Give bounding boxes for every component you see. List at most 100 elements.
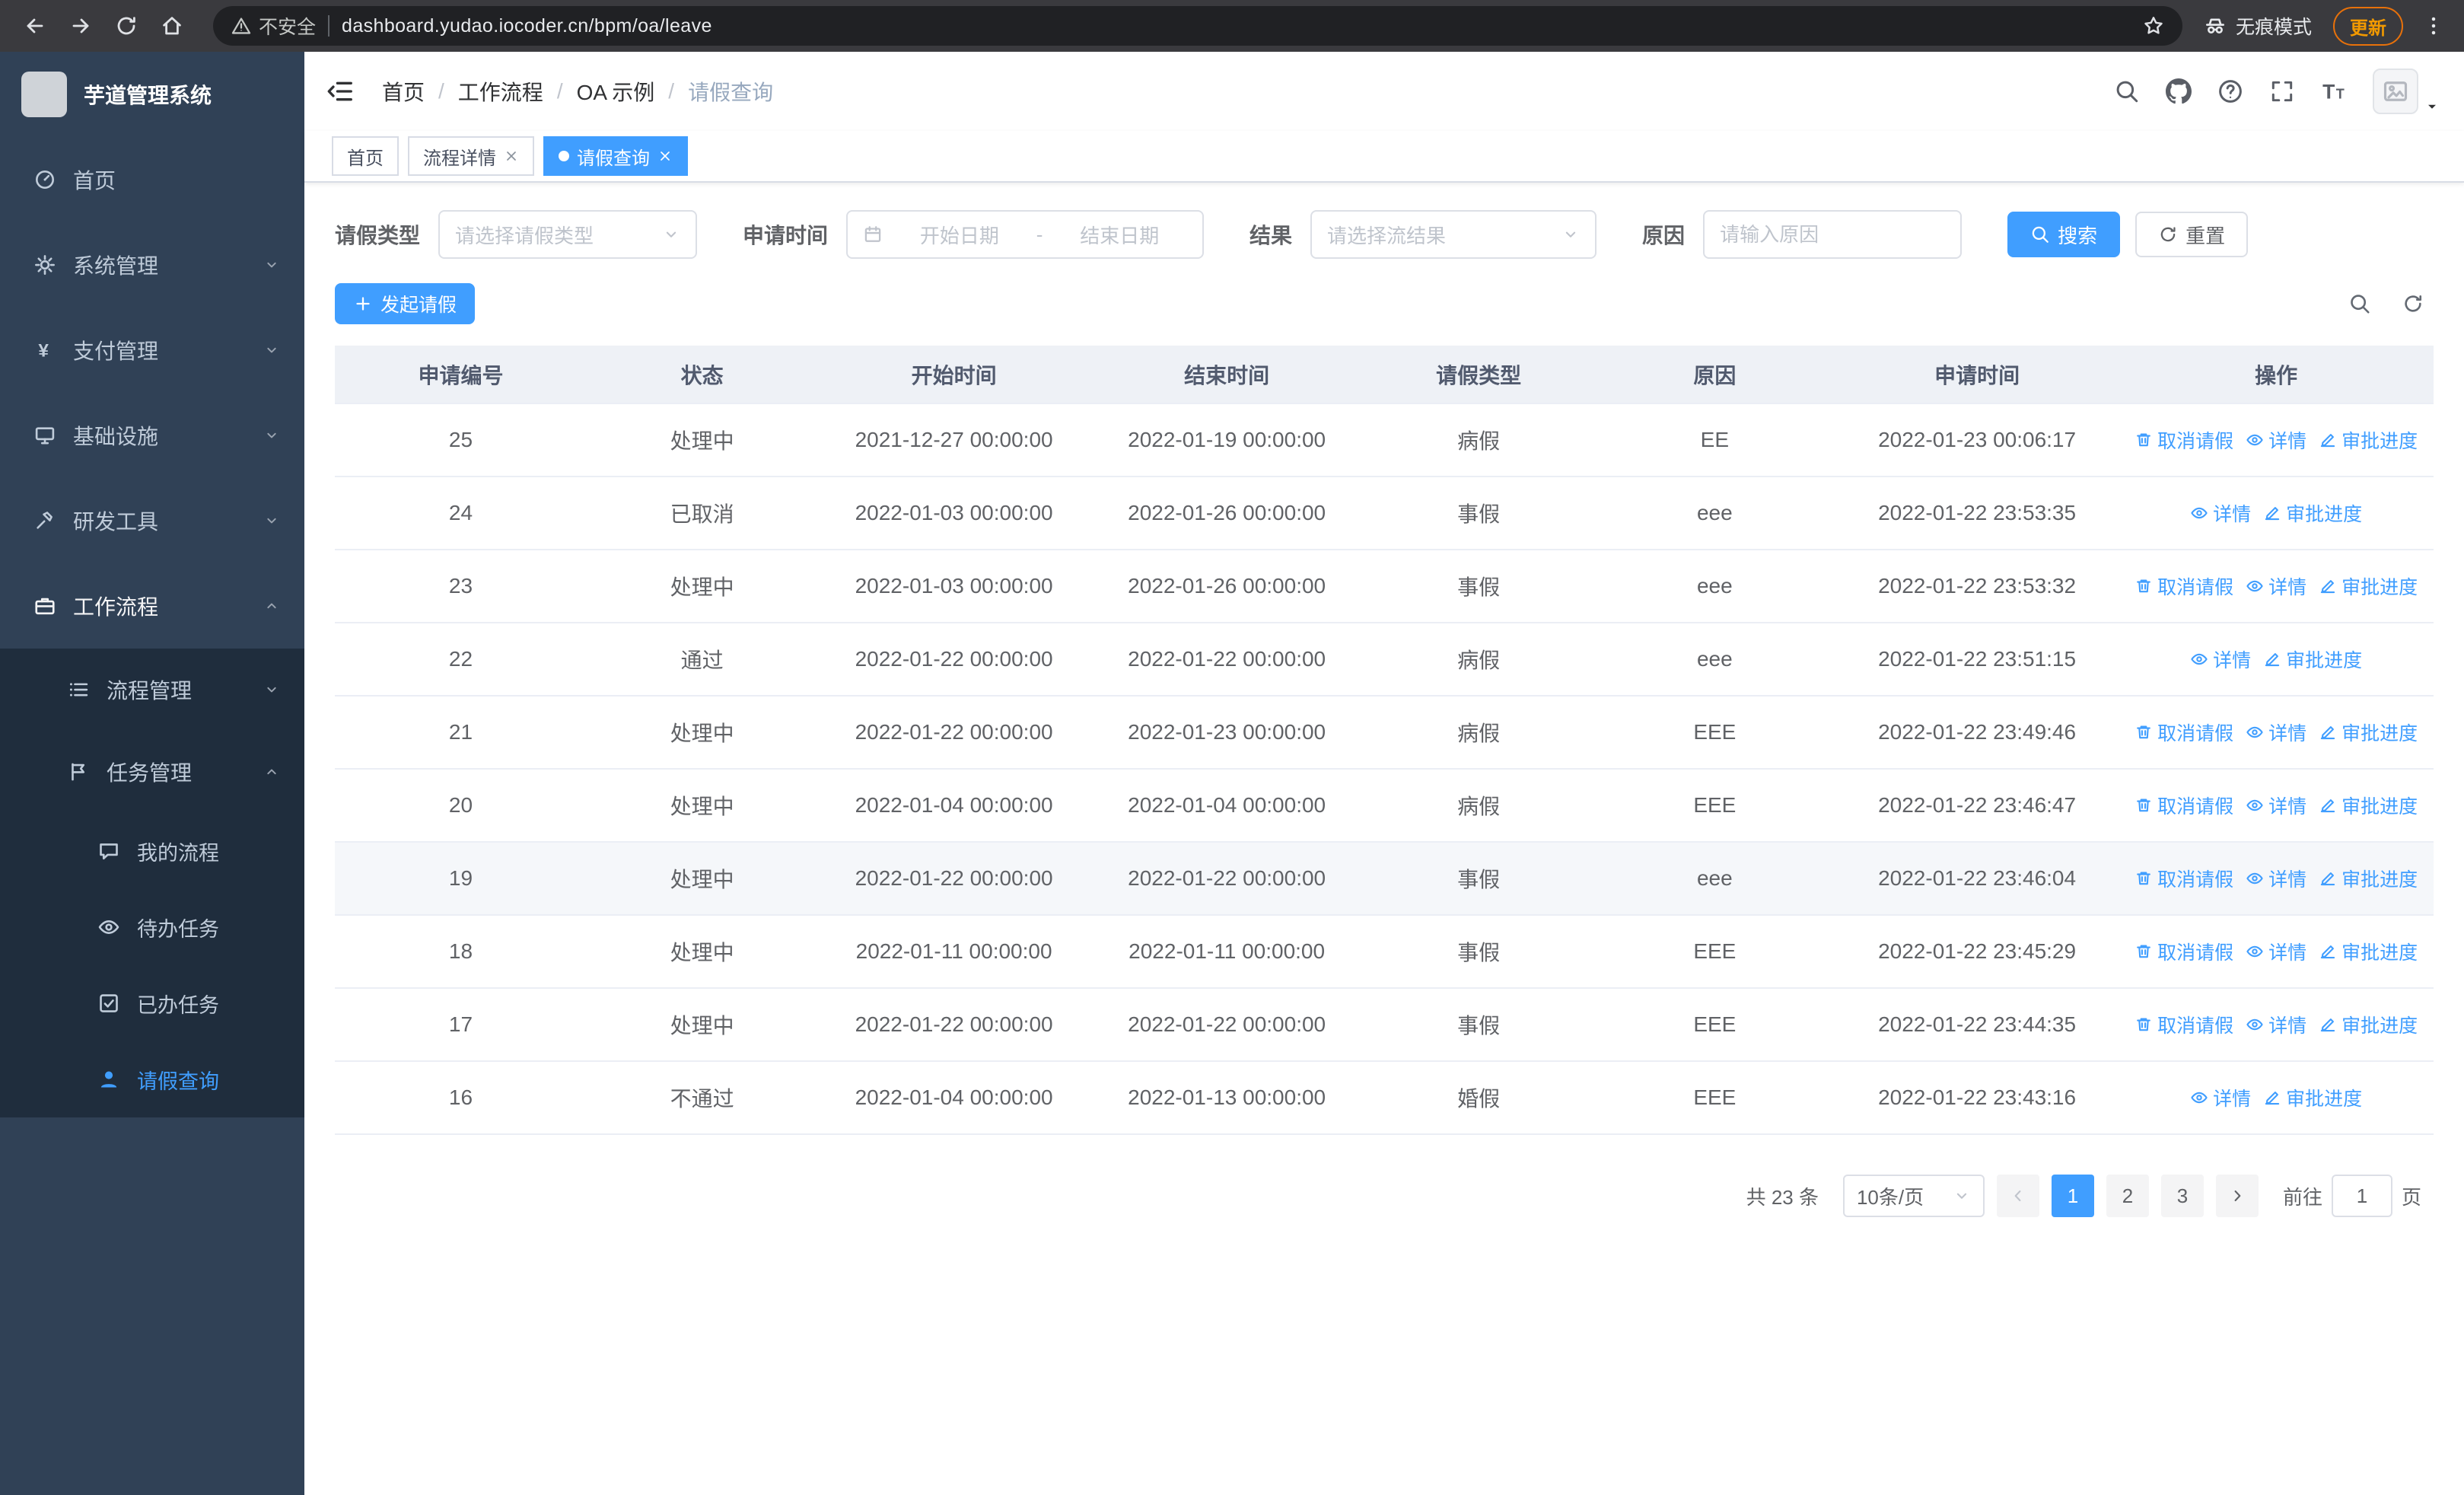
table-row[interactable]: 18 处理中 2022-01-11 00:00:00 2022-01-11 00:00… <box>335 915 2434 989</box>
next-page-button[interactable] <box>2215 1175 2259 1217</box>
detail-link[interactable]: 详情 <box>2190 645 2251 673</box>
tab-home[interactable]: 首页 <box>332 136 399 176</box>
sidebar-item-todo-tasks[interactable]: 待办任务 <box>0 889 304 965</box>
cancel-leave-link[interactable]: 取消请假 <box>2135 938 2233 965</box>
leave-type-select[interactable]: 请选择请假类型 <box>438 210 698 259</box>
cell-type: 婚假 <box>1363 1061 1594 1135</box>
detail-link[interactable]: 详情 <box>2246 792 2306 819</box>
detail-link[interactable]: 详情 <box>2246 719 2306 746</box>
table-row[interactable]: 23 处理中 2022-01-03 00:00:00 2022-01-26 00:00… <box>335 550 2434 623</box>
sidebar-item-devtools[interactable]: 研发工具 <box>0 478 304 563</box>
approval-progress-link[interactable]: 审批进度 <box>2319 719 2418 746</box>
table-row[interactable]: 25 处理中 2021-12-27 00:00:00 2022-01-19 00:00… <box>335 403 2434 477</box>
page-button-2[interactable]: 2 <box>2106 1175 2149 1217</box>
refresh-table-icon[interactable] <box>2402 292 2424 315</box>
detail-link[interactable]: 详情 <box>2246 865 2306 892</box>
goto-page-input[interactable] <box>2331 1175 2392 1217</box>
avatar[interactable] <box>2373 69 2418 114</box>
home-icon[interactable] <box>152 6 192 46</box>
detail-link[interactable]: 详情 <box>2246 938 2306 965</box>
user-menu[interactable] <box>2373 69 2440 114</box>
sidebar-item-infrastructure[interactable]: 基础设施 <box>0 393 304 478</box>
sidebar-item-home[interactable]: 首页 <box>0 137 304 222</box>
result-select[interactable]: 请选择流结果 <box>1310 210 1597 259</box>
tab-process-detail[interactable]: 流程详情 <box>408 136 534 176</box>
table-row[interactable]: 21 处理中 2022-01-22 00:00:00 2022-01-23 00:00… <box>335 696 2434 770</box>
create-leave-button[interactable]: 发起请假 <box>335 283 476 324</box>
sidebar-item-done-tasks[interactable]: 已办任务 <box>0 965 304 1041</box>
sidebar-item-leave-query[interactable]: 请假查询 <box>0 1041 304 1117</box>
security-warning[interactable]: 不安全 <box>231 12 316 40</box>
bookmark-star-icon[interactable] <box>2143 15 2164 37</box>
cancel-leave-link[interactable]: 取消请假 <box>2135 719 2233 746</box>
toggle-search-icon[interactable] <box>2348 292 2371 315</box>
reason-input[interactable] <box>1703 210 1963 259</box>
cancel-leave-link[interactable]: 取消请假 <box>2135 865 2233 892</box>
breadcrumb-item[interactable]: 工作流程 <box>458 76 543 107</box>
tab-leave-query[interactable]: 请假查询 <box>543 136 688 176</box>
page-size-select[interactable]: 10条/页 <box>1842 1175 1985 1217</box>
sidebar-item-task-management[interactable]: 任务管理 <box>0 731 304 813</box>
forward-icon[interactable] <box>61 6 100 46</box>
page-button-3[interactable]: 3 <box>2160 1175 2204 1217</box>
approval-progress-link[interactable]: 审批进度 <box>2319 792 2418 819</box>
approval-progress-link[interactable]: 审批进度 <box>2319 938 2418 965</box>
chat-icon <box>97 840 120 862</box>
image-placeholder-icon <box>2382 78 2409 105</box>
approval-progress-link[interactable]: 审批进度 <box>2319 426 2418 454</box>
search-button[interactable]: 搜索 <box>2007 212 2121 257</box>
approval-progress-link[interactable]: 审批进度 <box>2319 1011 2418 1038</box>
menu-fold-icon[interactable] <box>326 77 355 106</box>
detail-link[interactable]: 详情 <box>2246 572 2306 600</box>
apply-time-range-picker[interactable]: 开始日期 - 结束日期 <box>846 210 1205 259</box>
approval-progress-link[interactable]: 审批进度 <box>2263 645 2362 673</box>
sidebar-item-process-management[interactable]: 流程管理 <box>0 649 304 731</box>
security-label: 不安全 <box>259 17 317 38</box>
approval-progress-link[interactable]: 审批进度 <box>2319 572 2418 600</box>
table-row[interactable]: 24 已取消 2022-01-03 00:00:00 2022-01-26 00:00… <box>335 477 2434 550</box>
table-row[interactable]: 17 处理中 2022-01-22 00:00:00 2022-01-22 00:00… <box>335 988 2434 1062</box>
back-icon[interactable] <box>15 6 55 46</box>
sidebar-item-my-process[interactable]: 我的流程 <box>0 813 304 889</box>
search-icon[interactable] <box>2114 78 2140 104</box>
approval-progress-link[interactable]: 审批进度 <box>2319 865 2418 892</box>
reset-button[interactable]: 重置 <box>2135 212 2249 257</box>
github-icon[interactable] <box>2166 78 2192 104</box>
close-icon[interactable] <box>657 148 673 164</box>
logo-row[interactable]: 芋道管理系统 <box>0 52 304 137</box>
browser-update-button[interactable]: 更新 <box>2333 6 2403 46</box>
table-row[interactable]: 22 通过 2022-01-22 00:00:00 2022-01-22 00:00:… <box>335 623 2434 696</box>
page-button-1[interactable]: 1 <box>2051 1175 2094 1217</box>
cancel-leave-link[interactable]: 取消请假 <box>2135 792 2233 819</box>
reload-icon[interactable] <box>107 6 146 46</box>
detail-link[interactable]: 详情 <box>2190 1084 2251 1111</box>
fullscreen-icon[interactable] <box>2269 78 2295 104</box>
table-row[interactable]: 16 不通过 2022-01-04 00:00:00 2022-01-13 00:00… <box>335 1061 2434 1135</box>
close-icon[interactable] <box>504 148 519 164</box>
browser-menu-icon[interactable] <box>2418 14 2449 37</box>
table-row[interactable]: 19 处理中 2022-01-22 00:00:00 2022-01-22 00:00… <box>335 842 2434 916</box>
sidebar-item-workflow[interactable]: 工作流程 <box>0 563 304 649</box>
cancel-leave-link[interactable]: 取消请假 <box>2135 572 2233 600</box>
prev-page-button[interactable] <box>1996 1175 2039 1217</box>
address-bar[interactable]: 不安全 dashboard.yudao.iocoder.cn/bpm/oa/le… <box>213 6 2182 46</box>
sidebar-item-system[interactable]: 系统管理 <box>0 222 304 308</box>
breadcrumb-item[interactable]: 首页 <box>382 76 425 107</box>
help-icon[interactable] <box>2217 78 2243 104</box>
cancel-leave-link[interactable]: 取消请假 <box>2135 1011 2233 1038</box>
pagination: 共 23 条 10条/页 123 前往 页 <box>335 1175 2434 1217</box>
detail-link[interactable]: 详情 <box>2190 499 2251 527</box>
table-header-row: 申请编号 状态 开始时间 结束时间 请假类型 原因 申请时间 操作 <box>335 346 2434 404</box>
breadcrumb-item[interactable]: OA 示例 <box>577 76 655 107</box>
approval-progress-link[interactable]: 审批进度 <box>2263 1084 2362 1111</box>
detail-link[interactable]: 详情 <box>2246 1011 2306 1038</box>
table-row[interactable]: 20 处理中 2022-01-04 00:00:00 2022-01-04 00:00… <box>335 769 2434 843</box>
chevron-down-icon <box>263 427 280 444</box>
font-size-icon[interactable]: TT <box>2321 78 2347 104</box>
cancel-leave-link[interactable]: 取消请假 <box>2135 426 2233 454</box>
detail-link[interactable]: 详情 <box>2246 426 2306 454</box>
sidebar-item-payment[interactable]: ¥ 支付管理 <box>0 308 304 393</box>
cell-applied: 2022-01-22 23:51:15 <box>1835 623 2119 696</box>
cell-id: 20 <box>335 769 587 843</box>
approval-progress-link[interactable]: 审批进度 <box>2263 499 2362 527</box>
